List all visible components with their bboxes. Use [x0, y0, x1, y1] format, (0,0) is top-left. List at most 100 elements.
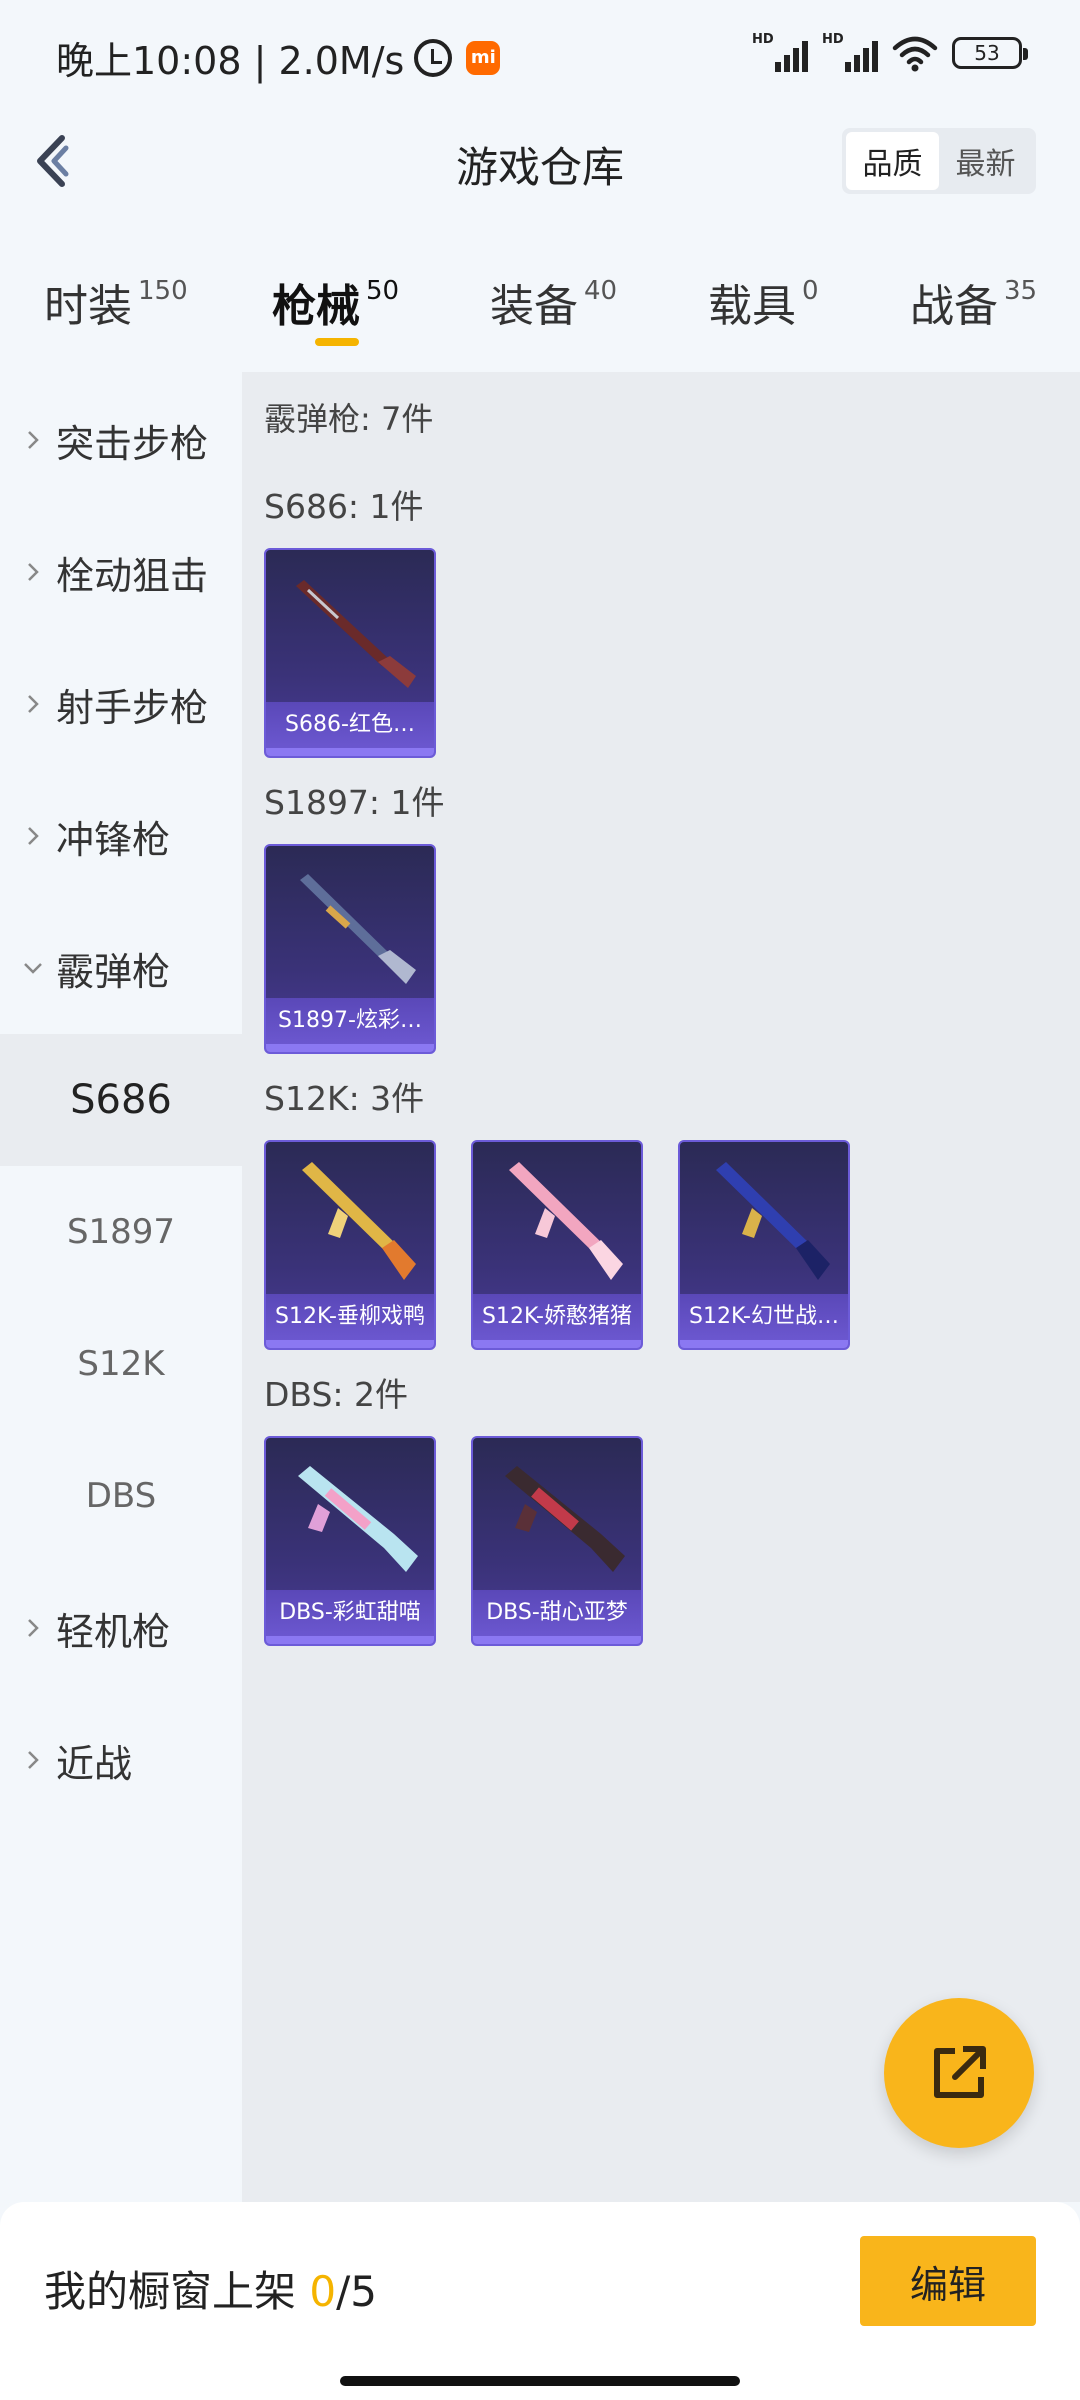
tab-label: 枪械: [272, 281, 360, 332]
tab-count: 50: [366, 276, 400, 306]
category-tabs: 时装 150 枪械 50 装备 40 载具 0 战备 35: [0, 250, 1080, 350]
tab-guns[interactable]: 枪械 50: [272, 270, 399, 334]
bullpup-rainbow-icon: [298, 1466, 418, 1572]
bullpup-dark-icon: [505, 1466, 625, 1572]
bottom-bar: 我的橱窗上架 0/5 编辑: [0, 2202, 1080, 2400]
sidebar-item-assault-rifle[interactable]: 突击步枪: [0, 374, 242, 506]
item-card[interactable]: S12K-幻世战…: [678, 1140, 850, 1350]
sidebar-subitem-s686[interactable]: S686: [0, 1034, 242, 1166]
item-name: DBS-甜心亚梦: [473, 1590, 641, 1636]
showcase-used-count: 0: [309, 2267, 337, 2316]
sidebar-item-shotgun[interactable]: 霰弹枪: [0, 902, 242, 1034]
chevron-right-icon: [28, 827, 39, 845]
status-bar: 晚上10:08 | 2.0M/s mi HD HD 53: [0, 0, 1080, 110]
sidebar-item-marksman-rifle[interactable]: 射手步枪: [0, 638, 242, 770]
showcase-total: /5: [336, 2267, 377, 2316]
mi-app-icon: mi: [466, 40, 501, 75]
chevron-right-icon: [28, 695, 39, 713]
group-title: S686: 1件: [264, 487, 424, 526]
sidebar-item-label: 栓动狙击: [56, 553, 209, 598]
item-name: S12K-垂柳戏鸭: [266, 1294, 434, 1340]
status-time: 晚上10:08 | 2.0M/s: [56, 39, 405, 83]
sidebar-item-smg[interactable]: 冲锋枪: [0, 770, 242, 902]
status-left: 晚上10:08 | 2.0M/s mi: [56, 30, 501, 85]
sidebar-item-label: 霰弹枪: [56, 949, 171, 994]
item-name: S12K-幻世战…: [680, 1294, 848, 1340]
battery-icon: 53: [952, 37, 1028, 69]
tab-count: 35: [1004, 276, 1038, 306]
battery-level: 53: [974, 41, 1000, 65]
edit-button[interactable]: 编辑: [860, 2236, 1036, 2326]
rarity-strip: [680, 1340, 848, 1348]
signal-icon: HD: [752, 32, 808, 72]
sort-latest-button[interactable]: 最新: [939, 132, 1032, 190]
tab-equipment[interactable]: 装备 40: [490, 270, 617, 334]
chevron-right-icon: [28, 1619, 39, 1637]
alarm-icon: [414, 38, 453, 77]
hd-label: HD: [822, 32, 844, 47]
item-card[interactable]: S686-红色…: [264, 548, 436, 758]
share-button[interactable]: [884, 1998, 1034, 2148]
category-title: 霰弹枪: 7件: [264, 400, 434, 438]
item-list: 霰弹枪: 7件 S686: 1件 S686-红色… S1897: 1件 S189…: [242, 372, 1080, 2202]
sidebar-item-label: 突击步枪: [56, 421, 209, 466]
sidebar-item-label: 射手步枪: [56, 685, 209, 730]
wifi-icon: [892, 36, 938, 72]
chevron-right-icon: [28, 563, 39, 581]
sort-quality-button[interactable]: 品质: [846, 132, 939, 190]
chevron-right-icon: [28, 431, 39, 449]
hd-label: HD: [752, 32, 774, 47]
chevron-down-icon: [24, 963, 42, 974]
rarity-strip: [473, 1636, 641, 1644]
item-card[interactable]: S1897-炫彩…: [264, 844, 436, 1054]
rarity-strip: [266, 748, 434, 756]
item-name: S12K-娇憨猪猪: [473, 1294, 641, 1340]
rarity-strip: [473, 1340, 641, 1348]
tab-label: 时装: [44, 281, 132, 332]
tab-label: 装备: [490, 281, 578, 332]
sidebar-item-lmg[interactable]: 轻机枪: [0, 1562, 242, 1694]
sidebar-item-label: 冲锋枪: [56, 817, 171, 862]
sidebar-item-label: 近战: [56, 1741, 133, 1786]
status-right: HD HD 53: [752, 32, 1028, 72]
item-card[interactable]: S12K-垂柳戏鸭: [264, 1140, 436, 1350]
shotgun-double-barrel-icon: [296, 580, 416, 688]
sidebar-subitem-dbs[interactable]: DBS: [0, 1430, 242, 1562]
item-card[interactable]: S12K-娇憨猪猪: [471, 1140, 643, 1350]
item-card[interactable]: DBS-甜心亚梦: [471, 1436, 643, 1646]
tab-vehicles[interactable]: 载具 0: [708, 270, 819, 334]
showcase-label: 我的橱窗上架: [44, 2267, 310, 2316]
tab-battle-gear[interactable]: 战备 35: [910, 270, 1037, 334]
shotgun-pump-icon: [300, 874, 416, 984]
sort-toggle: 品质 最新: [842, 128, 1036, 194]
group-title: S1897: 1件: [264, 783, 445, 822]
item-card[interactable]: DBS-彩虹甜喵: [264, 1436, 436, 1646]
item-name: S1897-炫彩…: [266, 998, 434, 1044]
sidebar-subitem-s1897[interactable]: S1897: [0, 1166, 242, 1298]
weapon-category-sidebar: 突击步枪 栓动狙击 射手步枪 冲锋枪 霰弹枪 S686 S1897 S12K D…: [0, 372, 242, 2202]
rifle-pink-icon: [509, 1162, 623, 1280]
rarity-strip: [266, 1044, 434, 1052]
item-name: S686-红色…: [266, 702, 434, 748]
tab-fashion[interactable]: 时装 150: [44, 270, 188, 334]
rifle-blue-icon: [716, 1162, 830, 1280]
rarity-strip: [266, 1636, 434, 1644]
active-tab-indicator: [315, 338, 359, 346]
rifle-gold-icon: [302, 1162, 416, 1280]
tab-count: 150: [138, 276, 188, 306]
sidebar-subitem-s12k[interactable]: S12K: [0, 1298, 242, 1430]
tab-label: 战备: [910, 281, 998, 332]
signal-icon: HD: [822, 32, 878, 72]
sidebar-item-bolt-sniper[interactable]: 栓动狙击: [0, 506, 242, 638]
share-icon: [934, 2046, 986, 2098]
sidebar-item-melee[interactable]: 近战: [0, 1694, 242, 1826]
app-header: 游戏仓库 品质 最新: [0, 110, 1080, 210]
showcase-counter: 我的橱窗上架 0/5: [44, 2258, 377, 2319]
home-indicator[interactable]: [340, 2376, 740, 2386]
tab-count: 40: [584, 276, 618, 306]
tab-label: 载具: [708, 281, 796, 332]
group-title: S12K: 3件: [264, 1079, 425, 1118]
chevron-right-icon: [28, 1751, 39, 1769]
rarity-strip: [266, 1340, 434, 1348]
tab-count: 0: [802, 276, 819, 306]
